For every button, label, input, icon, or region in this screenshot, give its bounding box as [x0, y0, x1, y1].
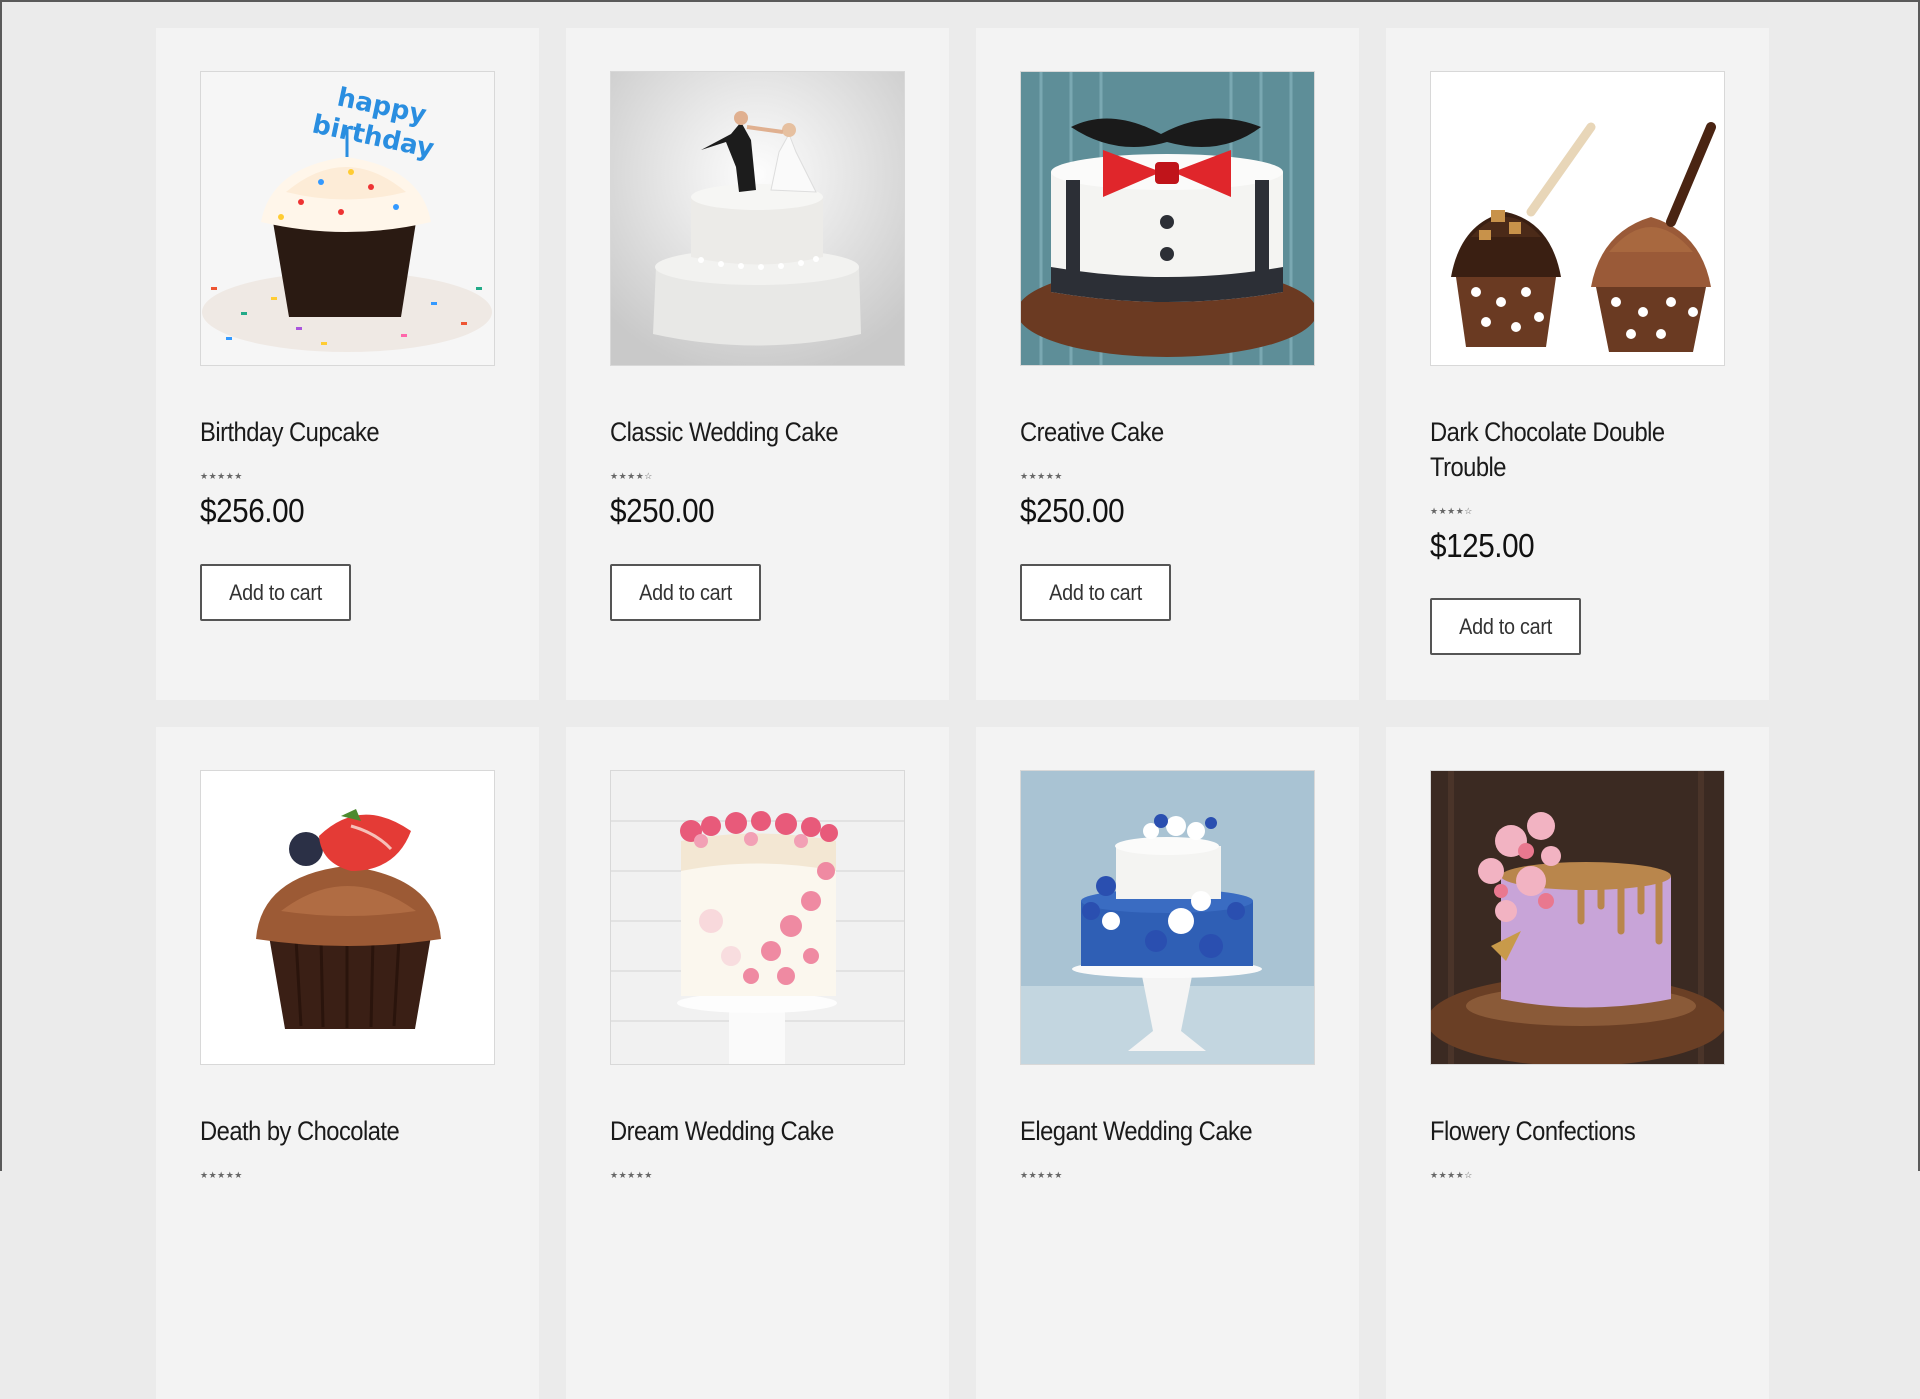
rating-stars: ★★★★☆	[1430, 506, 1473, 516]
rating-stars: ★★★★★	[200, 471, 243, 481]
product-title[interactable]: Death by Chocolate	[200, 1114, 499, 1149]
rating-stars: ★★★★★	[610, 1170, 653, 1180]
product-meta: ★★★★★	[610, 1170, 910, 1180]
product-grid: happy birthday Birthday Cupcake ★★★★★ $2…	[156, 28, 1769, 1399]
add-to-cart-button[interactable]: Add to cart	[610, 564, 761, 621]
product-card: Creative Cake ★★★★★ $250.00 Add to cart	[976, 28, 1359, 700]
product-image-elegant-wedding-cake[interactable]	[1020, 770, 1315, 1065]
rating-stars: ★★★★★	[1020, 1170, 1063, 1180]
product-price: $125.00	[1430, 527, 1535, 564]
add-to-cart-button[interactable]: Add to cart	[200, 564, 351, 621]
product-meta: ★★★★☆ $125.00	[1430, 506, 1730, 565]
product-price: $256.00	[200, 492, 305, 529]
product-title[interactable]: Elegant Wedding Cake	[1020, 1114, 1319, 1149]
product-card: Flowery Confections ★★★★☆	[1386, 727, 1769, 1399]
product-image-creative-cake[interactable]	[1020, 71, 1315, 366]
product-meta: ★★★★☆ $250.00	[610, 471, 910, 530]
add-to-cart-button[interactable]: Add to cart	[1020, 564, 1171, 621]
page-frame: happy birthday Birthday Cupcake ★★★★★ $2…	[0, 0, 1920, 1399]
product-title[interactable]: Flowery Confections	[1430, 1114, 1729, 1149]
rating-stars: ★★★★☆	[1430, 1170, 1473, 1180]
product-card: Dream Wedding Cake ★★★★★	[566, 727, 949, 1399]
product-image-dream-wedding-cake[interactable]	[610, 770, 905, 1065]
product-meta: ★★★★☆	[1430, 1170, 1730, 1180]
product-image-classic-wedding-cake[interactable]	[610, 71, 905, 366]
rating-stars: ★★★★☆	[610, 471, 653, 481]
product-meta: ★★★★★ $250.00	[1020, 471, 1320, 530]
product-title[interactable]: Dream Wedding Cake	[610, 1114, 909, 1149]
product-meta: ★★★★★ $256.00	[200, 471, 500, 530]
product-title[interactable]: Birthday Cupcake	[200, 415, 499, 450]
product-title[interactable]: Dark Chocolate Double Trouble	[1430, 415, 1729, 485]
product-card: Dark Chocolate Double Trouble ★★★★☆ $125…	[1386, 28, 1769, 700]
product-card: Classic Wedding Cake ★★★★☆ $250.00 Add t…	[566, 28, 949, 700]
product-card: Death by Chocolate ★★★★★	[156, 727, 539, 1399]
product-meta: ★★★★★	[1020, 1170, 1320, 1180]
product-image-dark-chocolate-double-trouble[interactable]	[1430, 71, 1725, 366]
product-card: happy birthday Birthday Cupcake ★★★★★ $2…	[156, 28, 539, 700]
add-to-cart-button[interactable]: Add to cart	[1430, 598, 1581, 655]
product-image-birthday-cupcake[interactable]: happy birthday	[200, 71, 495, 366]
rating-stars: ★★★★★	[200, 1170, 243, 1180]
product-image-death-by-chocolate[interactable]	[200, 770, 495, 1065]
product-price: $250.00	[610, 492, 715, 529]
product-image-flowery-confections[interactable]	[1430, 770, 1725, 1065]
product-price: $250.00	[1020, 492, 1125, 529]
product-meta: ★★★★★	[200, 1170, 500, 1180]
product-card: Elegant Wedding Cake ★★★★★	[976, 727, 1359, 1399]
product-title[interactable]: Classic Wedding Cake	[610, 415, 909, 450]
rating-stars: ★★★★★	[1020, 471, 1063, 481]
product-title[interactable]: Creative Cake	[1020, 415, 1319, 450]
